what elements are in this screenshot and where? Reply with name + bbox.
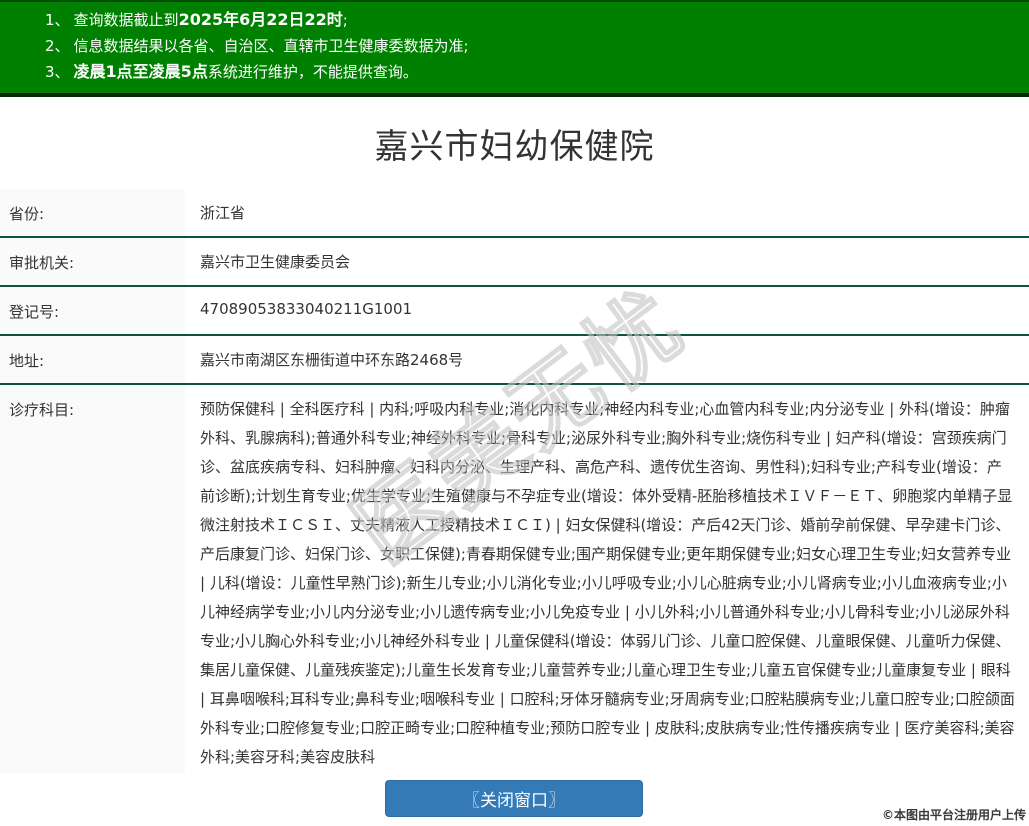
row-value: 嘉兴市卫生健康委员会 xyxy=(185,238,1029,285)
table-row-address: 地址: 嘉兴市南湖区东栅街道中环东路2468号 xyxy=(0,336,1029,385)
row-label: 省份: xyxy=(0,189,185,236)
row-label: 地址: xyxy=(0,336,185,383)
notice-text: 查询数据截止到 xyxy=(74,11,179,29)
row-value: 预防保健科 | 全科医疗科 | 内科;呼吸内科专业;消化内科专业;神经内科专业;… xyxy=(185,385,1029,773)
notice-line-3: 3、凌晨1点至凌晨5点系统进行维护，不能提供查询。 xyxy=(0,59,1029,85)
notice-text: ; xyxy=(343,11,348,29)
notice-line-2: 2、信息数据结果以各省、自治区、直辖市卫生健康委数据为准; xyxy=(0,33,1029,59)
table-row-approval-authority: 审批机关: 嘉兴市卫生健康委员会 xyxy=(0,238,1029,287)
row-label: 审批机关: xyxy=(0,238,185,285)
notice-number: 3、 xyxy=(45,59,70,85)
notice-bar: 1、查询数据截止到2025年6月22日22时; 2、信息数据结果以各省、自治区、… xyxy=(0,0,1029,97)
upload-credit-watermark: ©本图由平台注册用户上传 xyxy=(882,806,1026,823)
notice-text: 系统进行维护，不能提供查询。 xyxy=(208,63,418,81)
row-label: 登记号: xyxy=(0,287,185,334)
row-value: 浙江省 xyxy=(185,189,1029,236)
row-label: 诊疗科目: xyxy=(0,385,185,773)
notice-text-bold: 2025年6月22日22时 xyxy=(179,10,343,29)
notice-text-bold: 凌晨1点至凌晨5点 xyxy=(74,62,208,81)
row-value: 嘉兴市南湖区东栅街道中环东路2468号 xyxy=(185,336,1029,383)
notice-line-1: 1、查询数据截止到2025年6月22日22时; xyxy=(0,7,1029,33)
institution-detail-table: 省份: 浙江省 审批机关: 嘉兴市卫生健康委员会 登记号: 4708905383… xyxy=(0,189,1029,773)
close-window-button[interactable]: 〖关闭窗口〗 xyxy=(385,780,643,817)
page-title: 嘉兴市妇幼保健院 xyxy=(0,97,1029,189)
table-row-province: 省份: 浙江省 xyxy=(0,189,1029,238)
table-row-registration-number: 登记号: 47089053833040211G1001 xyxy=(0,287,1029,336)
notice-text: 信息数据结果以各省、自治区、直辖市卫生健康委数据为准; xyxy=(74,37,469,55)
notice-number: 2、 xyxy=(45,33,70,59)
row-value: 47089053833040211G1001 xyxy=(185,287,1029,334)
table-row-medical-subjects: 诊疗科目: 预防保健科 | 全科医疗科 | 内科;呼吸内科专业;消化内科专业;神… xyxy=(0,385,1029,773)
notice-number: 1、 xyxy=(45,7,70,33)
